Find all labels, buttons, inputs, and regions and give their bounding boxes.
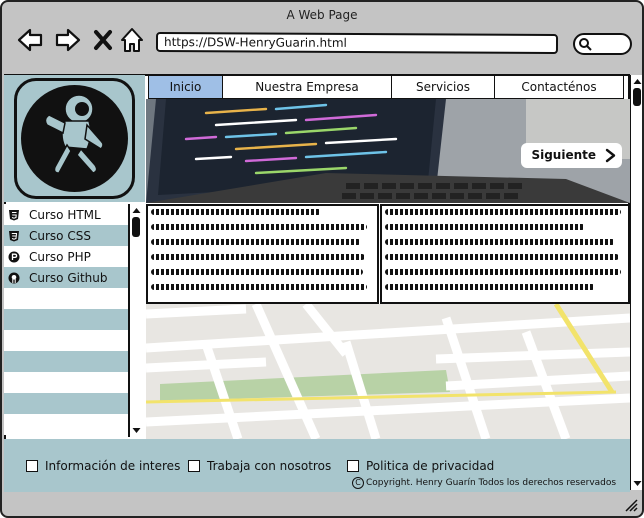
- course-label: Curso Github: [29, 270, 108, 285]
- text-block-left: [146, 204, 379, 304]
- address-bar[interactable]: https://DSW-HenryGuarin.html: [155, 31, 559, 55]
- tab-servicios[interactable]: Servicios: [392, 75, 495, 99]
- chevron-right-icon: [605, 148, 616, 163]
- browser-window: A Web Page https://DSW-HenryGuarin.html: [0, 0, 644, 518]
- page-scrollbar[interactable]: [630, 75, 644, 490]
- course-item-html[interactable]: Curso HTML: [4, 204, 128, 225]
- placeholder-text-line: [385, 239, 615, 245]
- search-icon: [579, 38, 592, 51]
- placeholder-text-line: [385, 269, 621, 275]
- footer-link-label: Politica de privacidad: [366, 459, 495, 473]
- close-icon: [94, 30, 112, 50]
- placeholder-text-line: [151, 224, 367, 230]
- hero-carousel: Siguiente: [146, 99, 630, 203]
- map-image: [146, 304, 630, 439]
- footer-link-trabaja[interactable]: Trabaja con nosotros: [188, 459, 331, 473]
- list-item: [4, 330, 128, 351]
- astronaut-logo-icon: [21, 85, 128, 192]
- tab-nuestra-empresa[interactable]: Nuestra Empresa: [223, 75, 392, 99]
- course-item-github[interactable]: Curso Github: [4, 267, 128, 288]
- resize-handle-icon[interactable]: [624, 498, 638, 512]
- logo-area: [4, 75, 145, 202]
- scroll-up-icon[interactable]: [631, 76, 644, 86]
- next-slide-button[interactable]: Siguiente: [521, 143, 622, 168]
- placeholder-text-line: [385, 224, 585, 230]
- scroll-up-icon[interactable]: [130, 205, 143, 215]
- arrow-left-icon: [17, 28, 43, 52]
- placeholder-text-line: [151, 284, 367, 290]
- list-item: [4, 288, 128, 309]
- placeholder-text-line: [385, 209, 621, 215]
- scroll-down-icon[interactable]: [130, 426, 143, 436]
- placeholder-text-line: [151, 254, 365, 260]
- scroll-thumb[interactable]: [633, 88, 641, 106]
- forward-button[interactable]: [54, 26, 82, 54]
- back-button[interactable]: [16, 26, 44, 54]
- footer-link-privacidad[interactable]: Politica de privacidad: [347, 459, 494, 473]
- text-block-right: [380, 204, 630, 304]
- tab-contactenos[interactable]: Contacténos: [495, 75, 624, 99]
- list-item: [4, 393, 128, 414]
- next-slide-label: Siguiente: [531, 148, 596, 162]
- copyright-notice: C Copyright. Henry Guarín Todos los dere…: [352, 477, 616, 489]
- home-icon: [121, 28, 143, 52]
- checkbox[interactable]: [26, 460, 38, 472]
- scroll-thumb[interactable]: [132, 217, 140, 237]
- placeholder-text-line: [151, 209, 321, 215]
- list-item: [4, 351, 128, 372]
- scroll-down-icon[interactable]: [631, 479, 644, 489]
- tab-inicio[interactable]: Inicio: [148, 75, 223, 99]
- checkbox[interactable]: [347, 460, 359, 472]
- css3-icon: [8, 230, 20, 242]
- course-label: Curso HTML: [29, 207, 101, 222]
- copyright-icon: C: [352, 477, 364, 489]
- list-item: [4, 372, 128, 393]
- search-field[interactable]: [573, 33, 632, 55]
- footer-link-informacion[interactable]: Información de interes: [26, 459, 180, 473]
- map-view[interactable]: [146, 304, 630, 439]
- list-item: [4, 309, 128, 330]
- home-button[interactable]: [119, 26, 145, 54]
- course-list: Curso HTML Curso CSS Curso PHP Curso Git…: [4, 204, 129, 437]
- php-icon: [8, 251, 20, 263]
- placeholder-text-line: [151, 269, 363, 275]
- placeholder-text-line: [385, 284, 595, 290]
- footer: Información de interes Trabaja con nosot…: [4, 439, 630, 492]
- course-label: Curso CSS: [29, 228, 91, 243]
- window-title: A Web Page: [286, 8, 358, 22]
- course-item-php[interactable]: Curso PHP: [4, 246, 128, 267]
- placeholder-text-line: [385, 254, 619, 260]
- course-list-scrollbar[interactable]: [129, 204, 143, 437]
- copyright-text: Copyright. Henry Guarín Todos los derech…: [366, 478, 617, 488]
- logo-frame: [14, 78, 135, 199]
- checkbox[interactable]: [188, 460, 200, 472]
- placeholder-text-line: [151, 239, 361, 245]
- html5-icon: [8, 209, 20, 221]
- list-item: [4, 414, 128, 435]
- footer-link-label: Información de interes: [45, 459, 181, 473]
- footer-link-label: Trabaja con nosotros: [207, 459, 332, 473]
- course-item-css[interactable]: Curso CSS: [4, 225, 128, 246]
- stop-button[interactable]: [91, 26, 115, 54]
- course-label: Curso PHP: [29, 249, 91, 264]
- arrow-right-icon: [55, 28, 81, 52]
- main-menu: Inicio Nuestra Empresa Servicios Contact…: [148, 75, 624, 99]
- github-icon: [8, 272, 20, 284]
